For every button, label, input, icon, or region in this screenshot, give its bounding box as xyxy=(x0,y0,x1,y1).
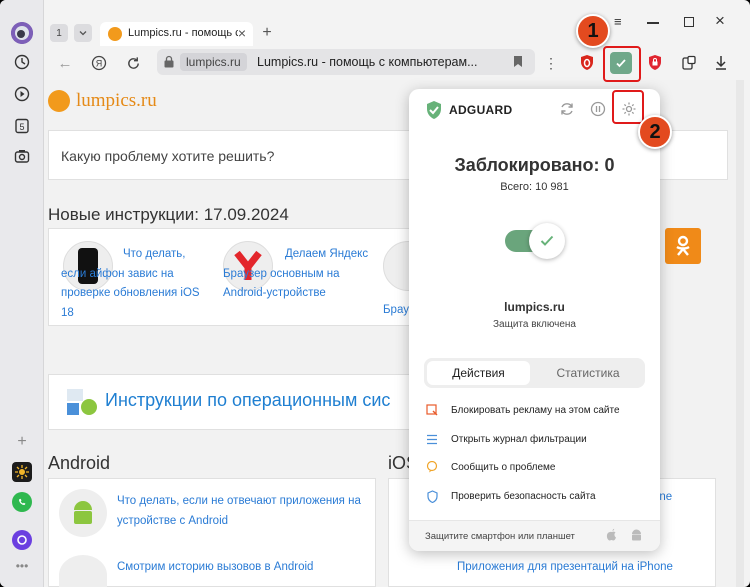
address-title: Lumpics.ru - помощь с компьютерам... xyxy=(257,55,478,69)
minimize-icon[interactable] xyxy=(647,22,659,24)
five-icon[interactable]: 5 xyxy=(12,116,32,136)
report-issue-action[interactable]: Сообщить о проблеме xyxy=(425,457,555,477)
adguard-popup: ADGUARD Заблокировано: 0 Всего: 10 981 l… xyxy=(409,89,660,551)
play-icon[interactable] xyxy=(12,84,32,104)
security-check-label: Проверить безопасность сайта xyxy=(451,490,596,502)
tab-counter[interactable]: 1 xyxy=(50,24,68,42)
apple-icon[interactable] xyxy=(606,528,618,547)
report-issue-label: Сообщить о проблеме xyxy=(451,461,556,473)
check-icon xyxy=(529,223,565,259)
popup-footer: Защитите смартфон или планшет xyxy=(409,520,660,551)
opera-adblock-icon[interactable] xyxy=(576,52,598,74)
orange-logo-icon xyxy=(48,90,70,112)
new-instructions-heading: Новые инструкции: 17.09.2024 xyxy=(48,205,289,224)
adguard-brand: ADGUARD xyxy=(449,103,513,117)
block-ads-label: Блокировать рекламу на этом сайте xyxy=(451,404,620,416)
address-bar[interactable]: lumpics.ru Lumpics.ru - помощь с компьют… xyxy=(157,49,535,75)
window-close-icon[interactable]: × xyxy=(715,11,725,31)
os-logos-icon xyxy=(65,385,99,419)
more-vertical-icon[interactable]: ⋮ xyxy=(540,52,562,74)
profile-avatar[interactable] xyxy=(11,22,33,44)
list-item[interactable]: Что делать, если не отвечают приложения … xyxy=(117,491,373,531)
site-domain: lumpics.ru xyxy=(504,300,565,314)
highlight-settings-box xyxy=(612,90,644,124)
list-item[interactable]: Делаем Яндекс Браузер основным на Androi… xyxy=(223,245,375,304)
add-icon[interactable]: + xyxy=(12,432,32,452)
search-placeholder: Какую проблему хотите решить? xyxy=(61,148,275,164)
lock-icon xyxy=(163,55,175,73)
protection-status: Защита включена xyxy=(493,319,576,330)
download-icon[interactable] xyxy=(710,52,732,74)
menu-icon[interactable]: ≡ xyxy=(614,14,622,29)
maximize-icon[interactable] xyxy=(684,17,694,27)
back-icon[interactable]: ← xyxy=(54,52,76,74)
ok-social-icon[interactable] xyxy=(665,228,701,264)
scrollbar[interactable] xyxy=(736,80,744,587)
block-ads-action[interactable]: Блокировать рекламу на этом сайте xyxy=(425,400,620,420)
list-item[interactable]: Приложения для презентаций на iPhone xyxy=(457,561,713,573)
pause-icon[interactable] xyxy=(590,101,606,122)
filtering-log-label: Открыть журнал фильтрации xyxy=(451,433,587,445)
tab-actions[interactable]: Действия xyxy=(427,361,530,385)
close-icon[interactable]: × xyxy=(238,25,246,41)
list-icon xyxy=(425,434,439,445)
svg-text:5: 5 xyxy=(19,122,24,132)
os-heading[interactable]: Инструкции по операционным сис xyxy=(105,390,390,411)
alice-icon[interactable] xyxy=(12,530,32,550)
tab-statistics[interactable]: Статистика xyxy=(534,361,642,385)
orange-favicon-icon xyxy=(108,27,122,41)
adguard-shield-icon xyxy=(425,100,443,125)
new-tab-button[interactable]: + xyxy=(258,24,276,42)
tab-strip: 1 Lumpics.ru - помощь с × + ≡ × xyxy=(44,10,750,46)
os-instructions-card: Инструкции по операционным сис xyxy=(48,374,410,430)
security-check-action[interactable]: Проверить безопасность сайта xyxy=(425,486,596,506)
sun-app-icon[interactable] xyxy=(12,462,32,482)
chat-bubble-icon xyxy=(425,461,439,473)
bookmark-icon[interactable] xyxy=(513,55,523,73)
more-icon[interactable]: ••• xyxy=(12,556,32,576)
site-logo[interactable]: lumpics.ru xyxy=(76,90,157,112)
tab-switcher: Действия Статистика xyxy=(424,358,645,388)
red-shield-icon[interactable] xyxy=(644,52,666,74)
history-icon[interactable] xyxy=(12,52,32,72)
list-item[interactable]: Что делать, если айфон завис на проверке… xyxy=(61,245,213,323)
toolbar: ← Я lumpics.ru Lumpics.ru - помощь с ком… xyxy=(44,46,750,80)
list-item[interactable]: Смотрим историю вызовов в Android xyxy=(117,561,373,573)
sidebar-rail: 5 + ••• xyxy=(0,0,44,587)
tab-list-button[interactable] xyxy=(74,24,92,42)
android-icon xyxy=(59,555,107,587)
browser-window: 5 + ••• 1 Lumpics.ru - помощь с × + ≡ × … xyxy=(0,0,750,587)
puzzle-icon[interactable] xyxy=(678,52,700,74)
tab-title: Lumpics.ru - помощь с xyxy=(128,27,238,39)
step-marker-2: 2 xyxy=(638,115,672,149)
block-ads-icon xyxy=(425,404,439,416)
android-heading: Android xyxy=(48,453,111,473)
blocked-count: Заблокировано: 0 xyxy=(454,155,615,175)
reload-icon[interactable] xyxy=(122,52,144,74)
android-list: Что делать, если не отвечают приложения … xyxy=(48,478,376,587)
android-small-icon[interactable] xyxy=(630,528,643,547)
shield-icon xyxy=(425,489,439,503)
protection-toggle[interactable] xyxy=(505,223,565,259)
address-domain: lumpics.ru xyxy=(180,53,247,71)
whatsapp-icon[interactable] xyxy=(12,492,32,512)
filtering-log-action[interactable]: Открыть журнал фильтрации xyxy=(425,429,587,449)
highlight-extension-box xyxy=(603,46,641,82)
footer-text: Защитите смартфон или планшет xyxy=(425,531,575,542)
svg-text:Я: Я xyxy=(96,59,103,69)
camera-icon[interactable] xyxy=(12,146,32,166)
android-icon xyxy=(59,489,107,537)
step-marker-1: 1 xyxy=(576,14,610,48)
new-instructions-strip: Что делать, если айфон завис на проверке… xyxy=(48,228,433,326)
refresh-icon[interactable] xyxy=(559,101,575,122)
yandex-icon[interactable]: Я xyxy=(88,52,110,74)
total-blocked: Всего: 10 981 xyxy=(500,181,569,193)
chevron-down-icon xyxy=(79,31,87,36)
list-item[interactable]: Брау xyxy=(383,304,409,316)
tab-lumpics[interactable]: Lumpics.ru - помощь с × xyxy=(100,22,253,46)
